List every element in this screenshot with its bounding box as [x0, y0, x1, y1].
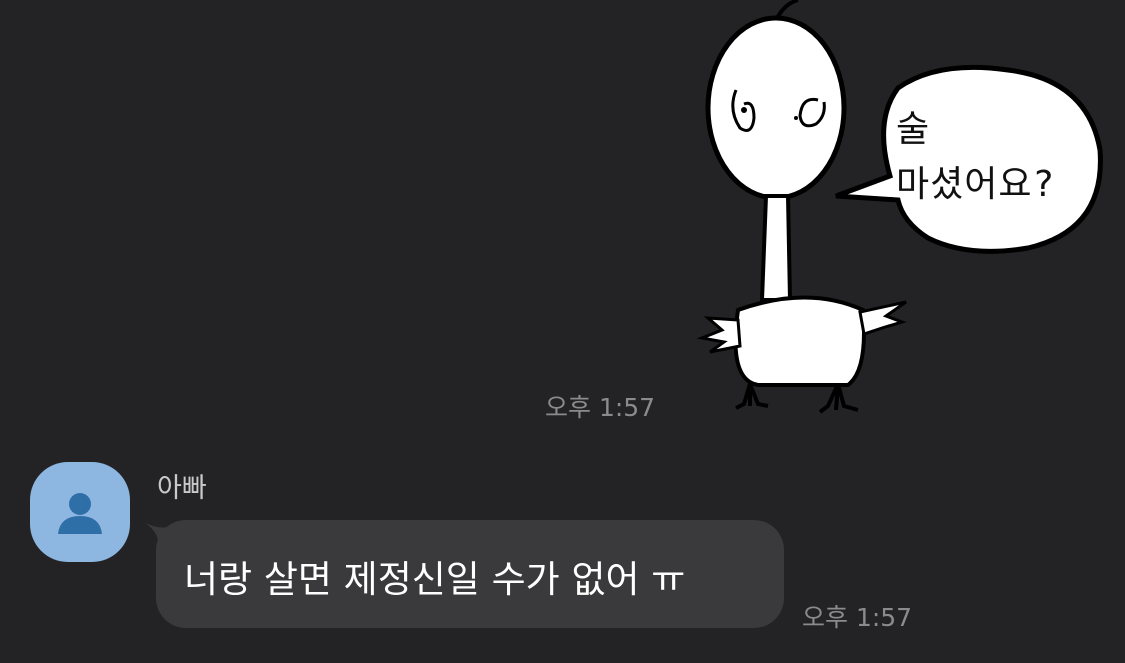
incoming-timestamp: 오후 1:57 [802, 603, 913, 632]
sticker-speech-line1: 술 [896, 109, 931, 150]
sender-name: 아빠 [157, 473, 207, 504]
sticker-character-drawing [696, 0, 1103, 414]
outgoing-timestamp: 오후 1:57 [545, 393, 656, 422]
sticker-speech-line2: 마셨어요? [896, 164, 1056, 205]
chat-view: 술 마셨어요? 오후 1:57 아빠 너랑 살면 제정신일 수가 없어 ㅠ 오후… [0, 0, 1125, 663]
message-bubble[interactable]: 너랑 살면 제정신일 수가 없어 ㅠ [156, 520, 784, 628]
sticker-image[interactable]: 술 마셨어요? [688, 0, 1108, 425]
person-icon [58, 493, 102, 534]
message-text: 너랑 살면 제정신일 수가 없어 ㅠ [184, 558, 686, 601]
sender-avatar[interactable] [30, 462, 130, 562]
